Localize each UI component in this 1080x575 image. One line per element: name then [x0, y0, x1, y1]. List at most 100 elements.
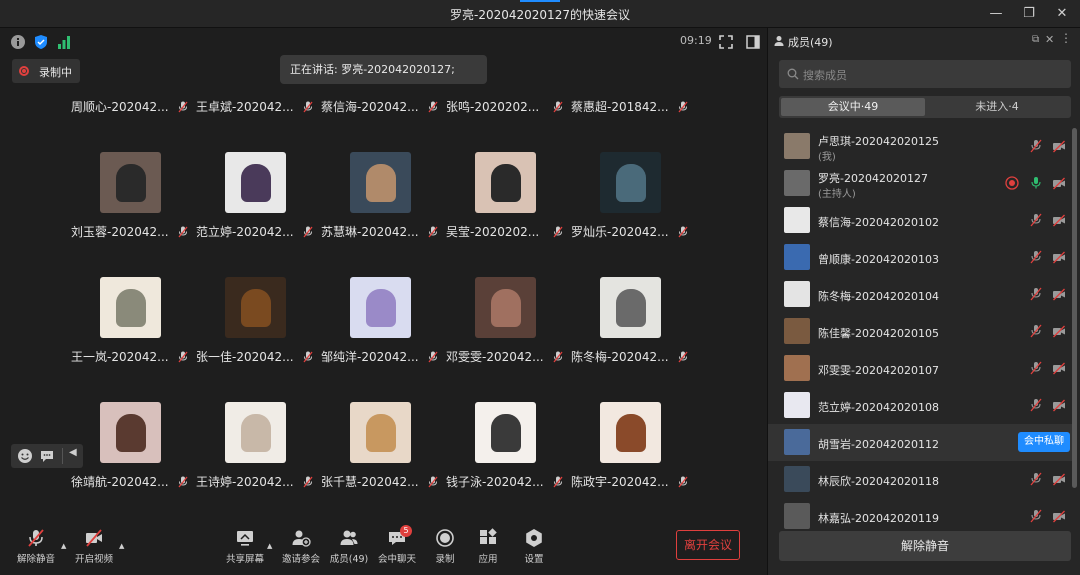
recording-badge[interactable]: 录制中	[12, 59, 80, 83]
camera-off-icon[interactable]	[1052, 509, 1066, 523]
camera-off-icon[interactable]	[1052, 139, 1066, 153]
camera-off-icon[interactable]	[1052, 398, 1066, 412]
member-search-input[interactable]: 搜索成员	[779, 60, 1071, 88]
participant-avatar	[600, 152, 661, 213]
mic-muted-icon[interactable]	[1029, 398, 1043, 412]
divider	[62, 448, 63, 464]
member-row[interactable]: 陈冬梅-202042020104	[768, 276, 1073, 313]
member-name: 卢思琪-202042020125	[818, 135, 939, 148]
avatar	[784, 281, 810, 307]
apps-button[interactable]: 应用	[462, 528, 514, 565]
collapse-left-icon[interactable]: ◀	[69, 447, 77, 458]
close-icon[interactable]: ✕	[1052, 4, 1072, 24]
mic-muted-icon	[553, 226, 563, 238]
member-row[interactable]: 胡雪岩-202042020112 会中私聊	[768, 424, 1073, 461]
info-icon[interactable]	[10, 34, 26, 50]
mic-muted-icon	[428, 101, 438, 113]
avatar	[784, 170, 810, 196]
member-row[interactable]: 蔡信海-202042020102	[768, 202, 1073, 239]
participant-name: 蔡信海-202042...	[321, 100, 419, 114]
member-row[interactable]: 邓雯雯-202042020107	[768, 350, 1073, 387]
tab-in-meeting[interactable]: 会议中·49	[781, 98, 925, 116]
mic-muted-icon[interactable]	[1029, 213, 1043, 227]
mic-muted-icon[interactable]	[1029, 287, 1043, 301]
mic-on-icon[interactable]	[1029, 176, 1043, 190]
participant-avatar	[100, 277, 161, 338]
camera-off-icon[interactable]	[1052, 361, 1066, 375]
invite-label: 邀请参会	[281, 554, 320, 565]
signal-icon[interactable]	[56, 34, 72, 50]
camera-off-icon[interactable]	[1052, 324, 1066, 338]
leave-meeting-button[interactable]: 离开会议	[676, 530, 740, 560]
meeting-chat-button[interactable]: 5 会中聊天	[371, 525, 423, 565]
participant-name: 周顺心-202042...	[71, 100, 169, 114]
private-chat-button[interactable]: 会中私聊	[1018, 432, 1070, 452]
settings-gear-icon	[526, 529, 542, 547]
restore-icon[interactable]: ❐	[1019, 4, 1039, 24]
member-name: 陈冬梅-202042020104	[818, 290, 939, 303]
member-row[interactable]: 林嘉弘-202042020119	[768, 498, 1073, 535]
shield-icon[interactable]	[33, 34, 49, 50]
comment-icon[interactable]	[39, 448, 55, 464]
member-row[interactable]: 林辰欣-202042020118	[768, 461, 1073, 498]
member-row[interactable]: 陈佳馨-202042020105	[768, 313, 1073, 350]
mic-muted-icon[interactable]	[1029, 472, 1043, 486]
member-row[interactable]: 罗亮-202042020127 (主持人)	[768, 165, 1073, 202]
share-options-caret-icon[interactable]: ▲	[267, 542, 272, 550]
share-screen-button[interactable]: 共享屏幕	[219, 528, 271, 565]
member-tabs: 会议中·49 未进入·4	[779, 96, 1071, 118]
mic-muted-icon[interactable]	[1029, 509, 1043, 523]
members-button[interactable]: 成员(49)	[323, 528, 375, 565]
close-panel-icon[interactable]: ✕	[1045, 33, 1054, 46]
mic-muted-icon[interactable]	[1029, 361, 1043, 375]
participant-avatar	[225, 152, 286, 213]
fullscreen-icon[interactable]	[718, 34, 734, 50]
mic-muted-icon	[553, 351, 563, 363]
participant-name: 陈冬梅-202042...	[571, 350, 669, 364]
unmute-all-button[interactable]: 解除静音	[779, 531, 1071, 561]
member-row[interactable]: 范立婷-202042020108	[768, 387, 1073, 424]
mic-muted-icon	[303, 226, 313, 238]
start-video-button[interactable]: 开启视频	[68, 528, 120, 565]
emoji-icon[interactable]	[17, 448, 33, 464]
layout-icon[interactable]	[745, 34, 761, 50]
settings-button[interactable]: 设置	[508, 528, 560, 565]
mic-muted-icon	[178, 226, 188, 238]
mic-muted-icon[interactable]	[1029, 250, 1043, 264]
share-screen-icon	[237, 531, 253, 546]
unmute-button[interactable]: 解除静音	[10, 528, 62, 565]
camera-off-icon[interactable]	[1052, 213, 1066, 227]
mic-muted-icon	[678, 226, 688, 238]
mic-muted-icon[interactable]	[1029, 139, 1043, 153]
chat-label: 会中聊天	[377, 554, 416, 565]
member-row[interactable]: 卢思琪-202042020125 (我)	[768, 128, 1073, 165]
member-role: (我)	[818, 152, 836, 163]
avatar-figure	[491, 164, 521, 202]
avatar-figure	[616, 414, 646, 452]
avatar-figure	[366, 414, 396, 452]
video-options-caret-icon[interactable]: ▲	[119, 542, 124, 550]
participant-name: 徐靖航-202042...	[71, 475, 169, 489]
camera-off-icon[interactable]	[1052, 287, 1066, 301]
more-options-icon[interactable]: ⋮	[1060, 31, 1072, 45]
popout-icon[interactable]: ⧉	[1032, 34, 1039, 45]
tab-not-joined[interactable]: 未进入·4	[925, 98, 1069, 116]
avatar-figure	[116, 414, 146, 452]
audio-options-caret-icon[interactable]: ▲	[61, 542, 66, 550]
camera-off-icon[interactable]	[1052, 250, 1066, 264]
minimize-icon[interactable]: —	[986, 4, 1006, 24]
mic-muted-icon	[178, 476, 188, 488]
mic-muted-icon	[303, 351, 313, 363]
mic-muted-icon[interactable]	[1029, 324, 1043, 338]
add-user-icon	[292, 530, 311, 547]
meeting-toolbar: 解除静音 ▲ 开启视频 ▲ 共享屏幕 ▲ 邀请参会 成员(49) 5 会中聊天 …	[0, 520, 767, 575]
participant-name: 张一佳-202042...	[196, 350, 294, 364]
member-name: 林嘉弘-202042020119	[818, 512, 939, 525]
avatar	[784, 503, 810, 529]
apps-icon	[480, 528, 497, 544]
camera-off-icon[interactable]	[1052, 472, 1066, 486]
member-row[interactable]: 曾顺康-202042020103	[768, 239, 1073, 276]
member-list-scrollbar[interactable]	[1072, 128, 1077, 488]
invite-button[interactable]: 邀请参会	[275, 528, 327, 565]
camera-off-icon[interactable]	[1052, 176, 1066, 190]
